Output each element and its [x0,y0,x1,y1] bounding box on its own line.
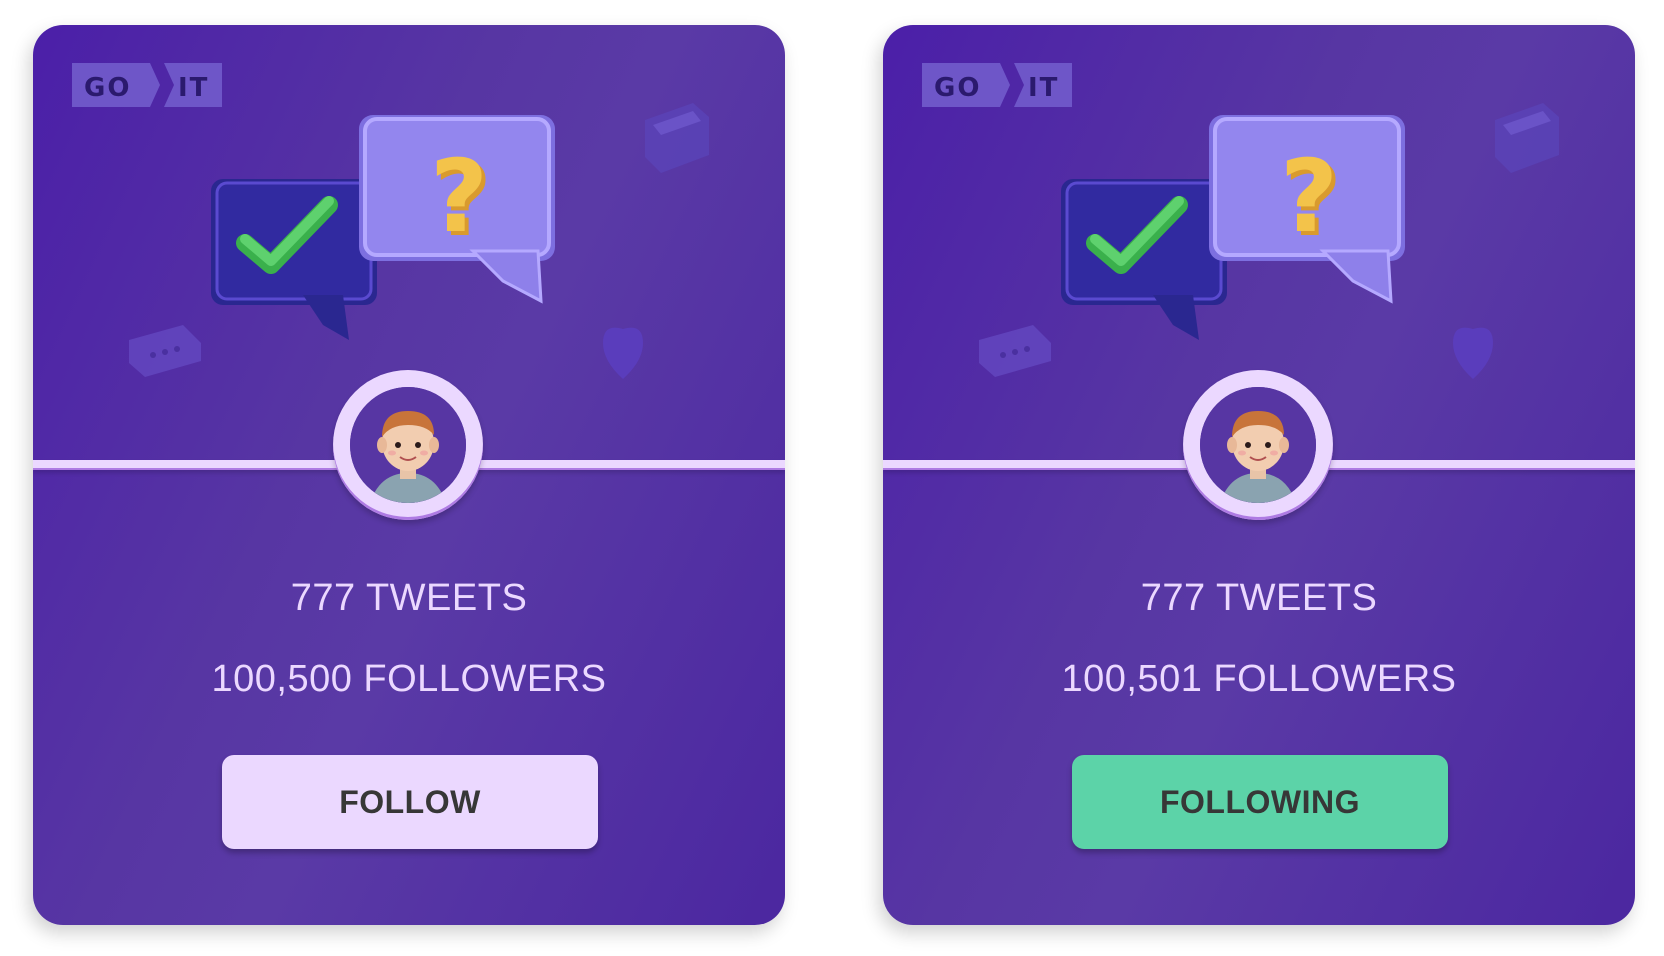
check-bubble-icon [1061,179,1227,340]
avatar-ring [333,370,483,520]
svg-text:GO: GO [934,73,981,103]
decor-chat-icon [979,325,1051,377]
decor-heart-icon [1453,327,1493,379]
decor-heart-icon [603,327,643,379]
question-bubble-icon: ? ? [359,115,555,304]
svg-text:IT: IT [1028,73,1059,103]
question-bubble-icon: ? ? [1209,115,1405,304]
tweet-card-left: ? ? GO IT 777 TWEETS 100,500 FOLLOWERS F… [33,25,785,925]
goit-logo: GO IT [72,63,222,107]
decor-chat-icon [129,325,201,377]
svg-text:?: ? [430,138,488,255]
avatar [350,387,466,503]
avatar-ring [1183,370,1333,520]
svg-text:IT: IT [178,73,209,103]
boy-avatar-icon [350,387,466,503]
avatar [1200,387,1316,503]
follow-button[interactable]: FOLLOW [222,755,598,849]
followers-count: 100,500 FOLLOWERS [211,658,607,700]
followers-count: 100,501 FOLLOWERS [1061,658,1457,700]
decor-mail-icon [1495,103,1559,173]
goit-logo: GO IT [922,63,1072,107]
boy-avatar-icon [1200,387,1316,503]
svg-text:GO: GO [84,73,131,103]
decor-mail-icon [645,103,709,173]
tweet-card-right: ? ? GO IT 777 TWEETS 100,501 FOLLOWERS F… [883,25,1635,925]
svg-text:?: ? [1280,138,1338,255]
following-button[interactable]: FOLLOWING [1072,755,1448,849]
tweets-count: 777 TWEETS [290,577,528,619]
check-bubble-icon [211,179,377,340]
tweets-count: 777 TWEETS [1140,577,1378,619]
